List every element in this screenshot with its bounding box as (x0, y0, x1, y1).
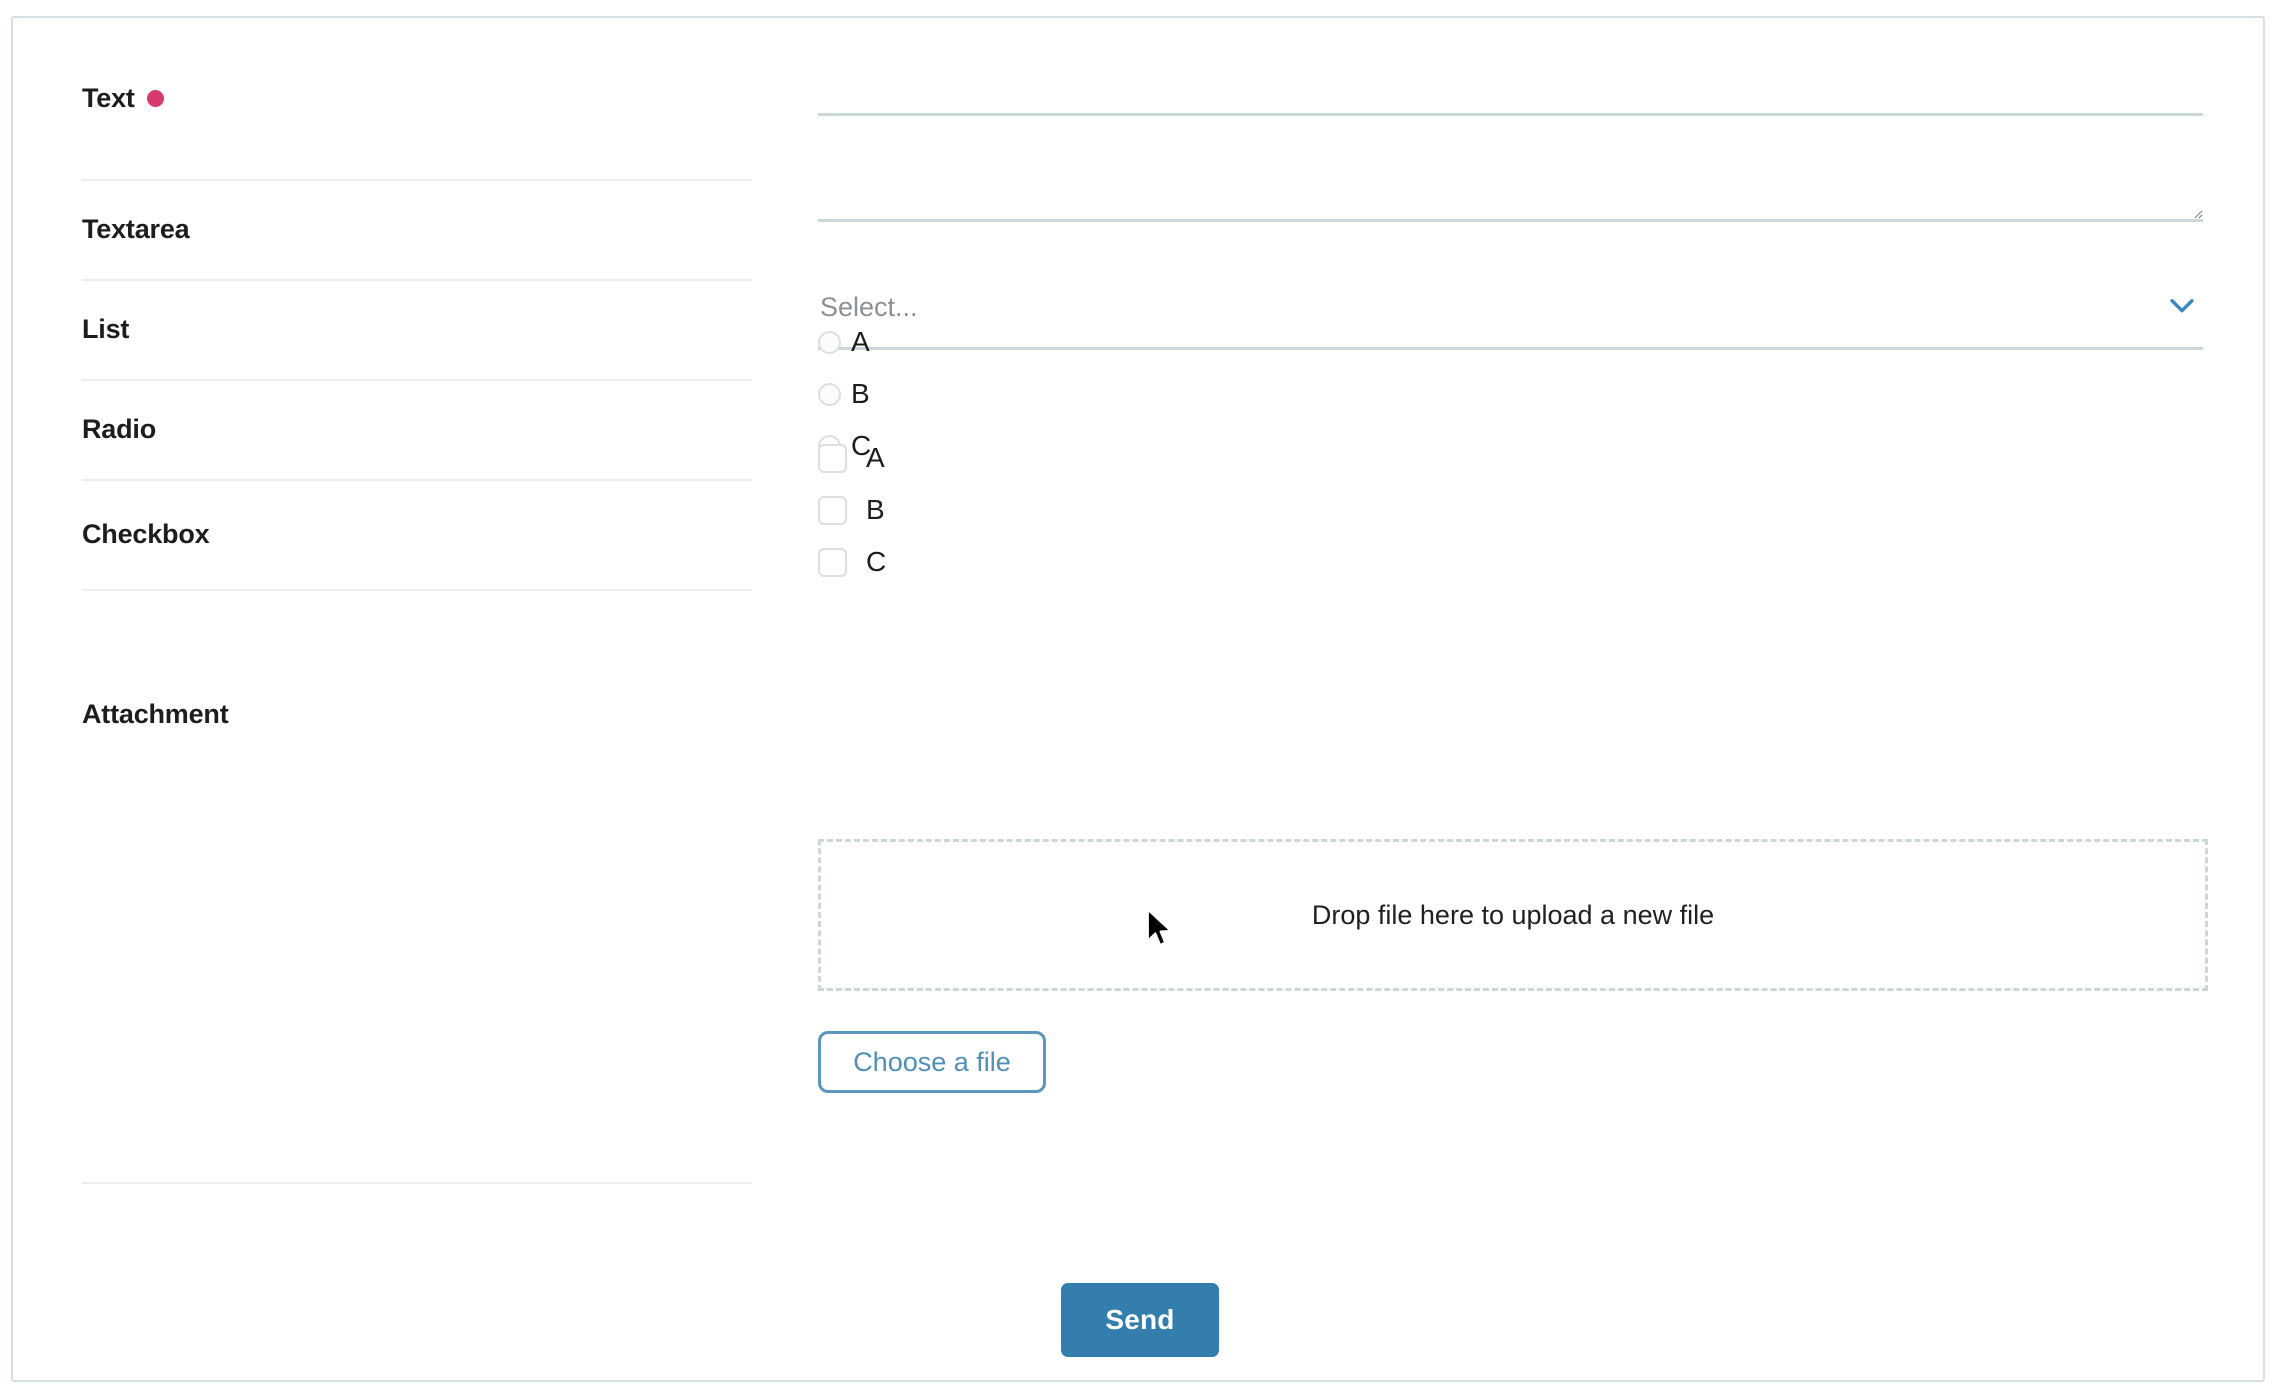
radio-circle-icon[interactable] (818, 330, 841, 354)
list-select[interactable]: Select... (818, 292, 2203, 350)
page-root: Text Textarea List Select... Radio A B C… (0, 0, 2276, 1400)
form-row-radio: Radio (13, 379, 2263, 479)
submit-row: Send (13, 1283, 2267, 1357)
list-select-value: Select... (820, 292, 918, 322)
checkbox-square-icon[interactable] (818, 495, 847, 525)
field-label-radio: Radio (82, 413, 157, 444)
field-label-cell-text: Text (82, 18, 752, 179)
checkbox-option-c[interactable]: C (818, 544, 886, 580)
send-button[interactable]: Send (1061, 1283, 1219, 1357)
checkbox-option-label: C (866, 546, 887, 577)
radio-circle-icon[interactable] (818, 382, 841, 406)
form-row-list: List Select... (13, 279, 2263, 379)
file-dropzone[interactable]: Drop file here to upload a new file (818, 839, 2208, 991)
attachment-control: Drop file here to upload a new file Choo… (818, 839, 2208, 1093)
field-label-cell-attachment: Attachment (82, 589, 752, 839)
radio-option-label: B (851, 378, 870, 409)
field-label-attachment: Attachment (82, 698, 229, 729)
field-label-cell-list: List (82, 279, 752, 379)
required-indicator-icon (146, 90, 164, 107)
field-label-cell-checkbox: Checkbox (82, 479, 752, 589)
field-label-checkbox: Checkbox (82, 518, 210, 549)
form-card: Text Textarea List Select... Radio A B C… (11, 16, 2265, 1382)
radio-option-b[interactable]: B (818, 376, 871, 412)
checkbox-group: A B C (818, 440, 886, 596)
field-label-cell-textarea: Textarea (82, 179, 752, 279)
checkbox-square-icon[interactable] (818, 443, 847, 473)
checkbox-option-label: B (866, 494, 885, 525)
radio-option-a[interactable]: A (818, 324, 871, 360)
file-dropzone-label: Drop file here to upload a new file (1311, 899, 1715, 930)
field-label-text: Text (82, 83, 135, 113)
field-value-cell-textarea (818, 72, 2203, 222)
choose-a-file-button[interactable]: Choose a file (818, 1031, 1046, 1093)
field-label-list: List (82, 313, 130, 344)
checkbox-option-a[interactable]: A (818, 440, 886, 476)
field-label-cell-radio: Radio (82, 379, 752, 479)
textarea-input[interactable] (818, 72, 2203, 222)
row-divider-6 (82, 1182, 752, 1184)
checkbox-square-icon[interactable] (818, 547, 847, 577)
radio-option-label: A (851, 326, 870, 357)
checkbox-option-label: A (866, 442, 885, 473)
chevron-down-icon[interactable] (2165, 288, 2199, 322)
form-row-checkbox: Checkbox (13, 479, 2263, 589)
field-value-cell-list: Select... (818, 292, 2203, 350)
checkbox-option-b[interactable]: B (818, 492, 886, 528)
field-label-textarea: Textarea (82, 213, 190, 244)
